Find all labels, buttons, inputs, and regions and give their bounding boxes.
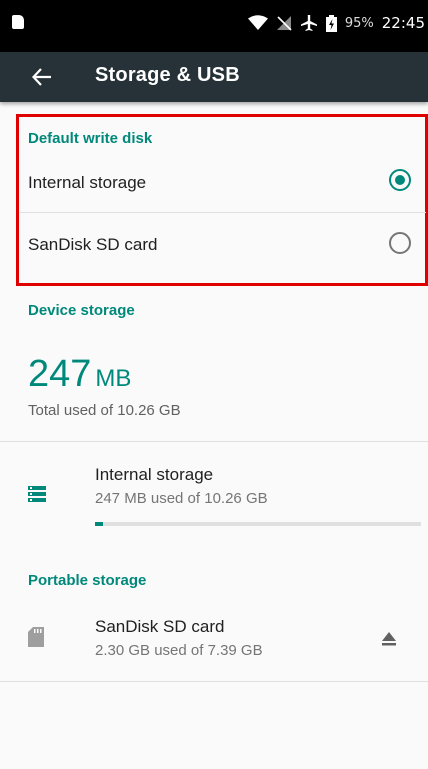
- used-unit: MB: [95, 365, 132, 392]
- battery-icon: [325, 14, 337, 32]
- status-bar: 95% 22:45: [0, 0, 428, 52]
- divider: [20, 212, 426, 213]
- volume-summary: 247 MB used of 10.26 GB: [95, 490, 268, 507]
- storage-progress-bar: [95, 522, 421, 526]
- arrow-back-icon[interactable]: [28, 63, 56, 91]
- section-header-portable-storage: Portable storage: [28, 572, 147, 589]
- volume-sandisk-sd-card[interactable]: SanDisk SD card 2.30 GB used of 7.39 GB: [0, 605, 428, 675]
- used-value: 247: [28, 353, 92, 395]
- battery-percent: 95%: [344, 15, 374, 31]
- option-label: Internal storage: [28, 173, 147, 192]
- option-sandisk-sd-card[interactable]: SanDisk SD card: [0, 215, 428, 275]
- volume-title: Internal storage: [95, 465, 214, 484]
- sd-card-icon: [28, 627, 44, 652]
- total-used-text: Total used of 10.26 GB: [28, 402, 181, 419]
- divider: [0, 681, 428, 682]
- eject-icon[interactable]: [378, 628, 400, 650]
- volume-title: SanDisk SD card: [95, 617, 225, 636]
- radio-selected-icon[interactable]: [389, 169, 411, 191]
- radio-unselected-icon[interactable]: [389, 232, 411, 254]
- volume-summary: 2.30 GB used of 7.39 GB: [95, 642, 263, 659]
- clock: 22:45: [381, 14, 425, 32]
- option-internal-storage[interactable]: Internal storage: [0, 158, 428, 210]
- divider: [0, 441, 428, 442]
- airplane-icon: [300, 14, 318, 32]
- option-label: SanDisk SD card: [28, 235, 158, 254]
- page-title: Storage & USB: [95, 64, 240, 86]
- status-icons: 95% 22:45: [247, 13, 425, 33]
- app-bar: Storage & USB: [0, 52, 428, 102]
- no-signal-icon: [276, 15, 292, 31]
- volume-internal-storage[interactable]: Internal storage 247 MB used of 10.26 GB: [0, 450, 428, 542]
- storage-icon: [28, 485, 46, 508]
- section-header-default-write-disk: Default write disk: [28, 130, 153, 147]
- storage-progress-fill: [95, 522, 103, 526]
- section-header-device-storage: Device storage: [28, 302, 135, 319]
- used-amount: 247 MB: [28, 353, 131, 396]
- wifi-icon: [247, 15, 268, 31]
- sim-icon: [12, 15, 24, 29]
